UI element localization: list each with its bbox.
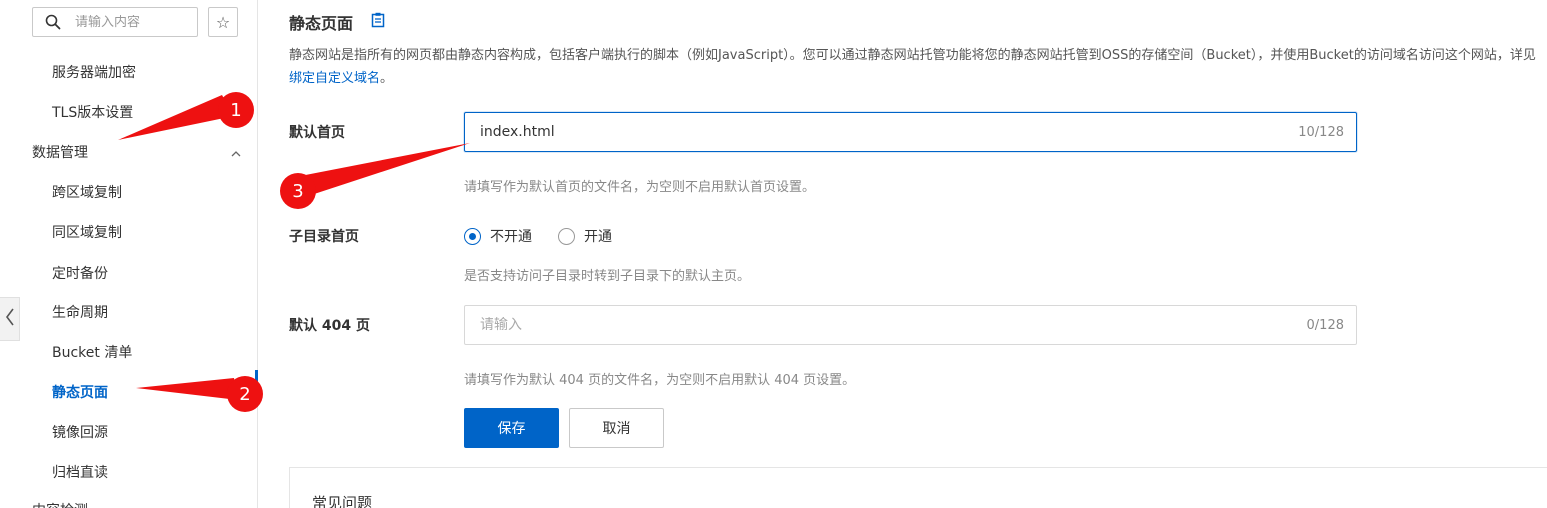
annotation-badge-3: 3: [280, 173, 316, 209]
sidebar-group-content-detection[interactable]: 内容检测: [32, 500, 88, 508]
sidebar-item-mirror-back-to-origin[interactable]: 镜像回源: [52, 422, 108, 442]
radio-disable[interactable]: 不开通: [464, 226, 532, 246]
default-index-input[interactable]: [480, 124, 1180, 140]
subdir-index-help: 是否支持访问子目录时转到子目录下的默认主页。: [464, 269, 751, 284]
sidebar-item-tls-version[interactable]: TLS版本设置: [52, 102, 133, 122]
sidebar-collapse-button[interactable]: [0, 297, 20, 341]
sidebar-item-cross-region-replication[interactable]: 跨区域复制: [52, 182, 122, 202]
default-404-field[interactable]: 0/128: [464, 305, 1357, 345]
default-index-field[interactable]: 10/128: [464, 112, 1357, 152]
chevron-left-icon: [5, 307, 15, 331]
sidebar-item-server-encryption[interactable]: 服务器端加密: [52, 62, 136, 82]
default-index-help: 请填写作为默认首页的文件名，为空则不启用默认首页设置。: [464, 180, 816, 195]
sidebar-item-static-pages[interactable]: 静态页面: [52, 382, 108, 402]
page-title: 静态页面: [289, 14, 354, 33]
bind-custom-domain-link[interactable]: 绑定自定义域名: [289, 71, 380, 86]
sidebar-item-lifecycle[interactable]: 生命周期: [52, 302, 108, 322]
cancel-button[interactable]: 取消: [569, 408, 664, 448]
sidebar: ☆ 服务器端加密 TLS版本设置 数据管理 跨区域复制 同区域复制 定时备份 生…: [0, 0, 258, 508]
save-button[interactable]: 保存: [464, 408, 559, 448]
star-icon: ☆: [215, 12, 231, 32]
radio-disable-label: 不开通: [490, 229, 532, 245]
description-text-2: 问域名访问这个网站，详见: [1379, 48, 1536, 63]
description-end: 。: [380, 71, 394, 86]
chevron-up-icon[interactable]: [230, 145, 242, 157]
default-404-counter: 0/128: [1306, 317, 1344, 333]
sidebar-group-data-management[interactable]: 数据管理: [32, 142, 88, 162]
annotation-badge-2: 2: [227, 376, 263, 412]
faq-panel: 常见问题: [289, 467, 1547, 508]
radio-disable-button[interactable]: [464, 227, 481, 245]
subdir-index-label: 子目录首页: [289, 229, 359, 245]
default-404-label: 默认 404 页: [289, 318, 370, 334]
default-index-counter: 10/128: [1298, 124, 1344, 140]
search-box[interactable]: [32, 7, 198, 37]
sidebar-item-same-region-replication[interactable]: 同区域复制: [52, 222, 122, 242]
radio-enable-button[interactable]: [558, 227, 575, 245]
default-404-input[interactable]: [480, 317, 1180, 333]
faq-title: 常见问题: [312, 494, 373, 508]
favorite-star-button[interactable]: ☆: [208, 7, 238, 37]
description-text-1: 静态网站是指所有的网页都由静态内容构成，包括客户端执行的脚本（例如JavaScr…: [289, 48, 1380, 63]
annotation-arrow-3: [290, 143, 470, 198]
default-404-help: 请填写作为默认 404 页的文件名，为空则不启用默认 404 页设置。: [464, 373, 856, 388]
search-input[interactable]: [75, 14, 185, 30]
default-index-label: 默认首页: [289, 125, 345, 141]
annotation-badge-1: 1: [218, 92, 254, 128]
sidebar-item-scheduled-backup[interactable]: 定时备份: [52, 263, 108, 283]
document-icon[interactable]: [371, 12, 385, 28]
radio-enable-label: 开通: [584, 229, 612, 245]
radio-enable[interactable]: 开通: [558, 226, 612, 246]
sidebar-item-bucket-inventory[interactable]: Bucket 清单: [52, 342, 132, 362]
subdir-index-radio-group: 不开通 开通: [464, 226, 638, 246]
search-icon: [45, 14, 61, 30]
page-description: 静态网站是指所有的网页都由静态内容构成，包括客户端执行的脚本（例如JavaScr…: [289, 44, 1539, 90]
sidebar-item-archive-direct-read[interactable]: 归档直读: [52, 462, 108, 482]
